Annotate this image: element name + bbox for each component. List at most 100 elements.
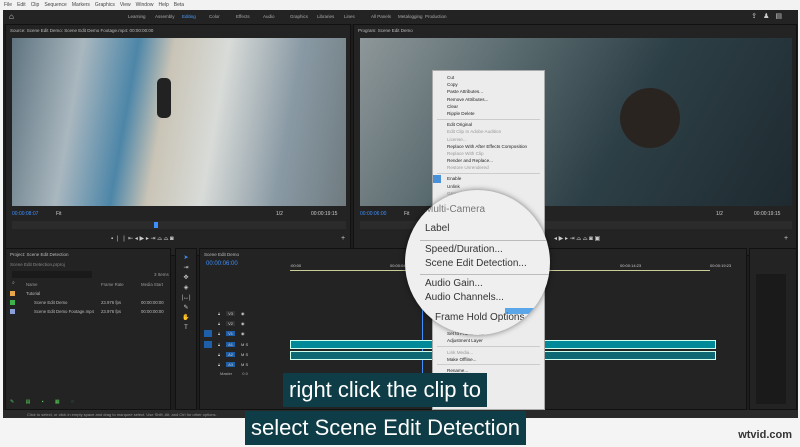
track-target[interactable] xyxy=(204,310,212,317)
track-target[interactable] xyxy=(204,320,212,327)
menu-item-scene-edit-detection[interactable]: Scene Edit Detection... xyxy=(425,258,527,269)
workspace-tab-color[interactable]: Color xyxy=(209,14,220,19)
track-target[interactable] xyxy=(204,341,212,348)
menu-item-remove-attributes[interactable]: Remove Attributes... xyxy=(433,96,544,103)
timeline-timecode[interactable]: 00:00:06:00 xyxy=(206,261,238,267)
track-header-a1[interactable]: 🔒︎ A1 M S xyxy=(204,340,286,349)
label-color-swatch[interactable] xyxy=(10,300,15,305)
menu-item-speed-duration[interactable]: Speed/Duration... xyxy=(425,244,503,255)
menu-item-ripple-delete[interactable]: Ripple Delete xyxy=(433,110,544,117)
menu-item-render-and-replace[interactable]: Render and Replace... xyxy=(433,157,544,164)
lock-icon[interactable]: 🔒︎ xyxy=(218,321,220,326)
menu-clip[interactable]: Clip xyxy=(31,2,40,8)
workspace-tab-editing[interactable]: Editing xyxy=(182,14,196,19)
menu-beta[interactable]: Beta xyxy=(174,2,184,8)
share-icons[interactable]: ⇪♟▤ xyxy=(751,12,788,20)
eye-icon[interactable]: ◉ xyxy=(241,311,245,316)
menu-view[interactable]: View xyxy=(120,2,131,8)
track-target[interactable] xyxy=(204,351,212,358)
track-header-a3[interactable]: 🔒︎ A3 M S xyxy=(204,360,286,369)
menu-item-audio-channels[interactable]: Audio Channels... xyxy=(425,292,504,303)
workspace-tab-graphics[interactable]: Graphics xyxy=(290,14,308,19)
mute-icon[interactable]: M S xyxy=(241,342,248,347)
menu-item-audio-gain[interactable]: Audio Gain... xyxy=(425,278,483,289)
workspace-tab-audio[interactable]: Audio xyxy=(263,14,275,19)
menu-item-frame-hold-options[interactable]: Frame Hold Options... xyxy=(435,312,533,323)
label-color-swatch[interactable] xyxy=(10,291,15,296)
menu-sequence[interactable]: Sequence xyxy=(44,2,67,8)
lock-icon[interactable]: 🔒︎ xyxy=(218,352,220,357)
program-timecode[interactable]: 00:00:06:00 xyxy=(360,211,386,217)
tool-icons[interactable]: ➤ ⇥ ✥ ◈ |↔| ✎ ✋ T xyxy=(176,249,196,333)
col-rate[interactable]: Frame Rate xyxy=(101,282,141,287)
item-rate: 23.976 fps xyxy=(101,300,122,305)
workspace-tab-production[interactable]: Production xyxy=(425,14,447,19)
source-transport-controls[interactable]: ▪ ❘ ❘ ⇤ ◂ ▶ ▸ ⇥ ⌓ ⌓ ◙ xyxy=(111,235,174,243)
project-item[interactable]: Scene Edit Demo Footage.mp4 23.976 fps 00:… xyxy=(10,309,164,314)
program-ratio-dropdown[interactable]: 1/2 xyxy=(716,211,723,217)
menu-help[interactable]: Help xyxy=(158,2,168,8)
menu-item-replace-with-after-effects-composition[interactable]: Replace With After Effects Composition xyxy=(433,143,544,150)
track-target[interactable] xyxy=(204,361,212,368)
workspace-tab-libraries[interactable]: Libraries xyxy=(317,14,334,19)
mute-icon[interactable]: M S xyxy=(241,362,248,367)
menu-item-make-offline[interactable]: Make Offline... xyxy=(433,356,544,363)
workspace-tab-assembly[interactable]: Assembly xyxy=(155,14,175,19)
lock-icon[interactable]: 🔒︎ xyxy=(218,342,220,347)
track-header-v3[interactable]: 🔒︎ V3 ◉ xyxy=(204,309,286,318)
project-search-input[interactable]: ⌕ xyxy=(12,271,92,286)
menu-edit[interactable]: Edit xyxy=(17,2,26,8)
menu-item-link-media[interactable]: Link Media... xyxy=(433,349,544,356)
menu-item-paste-attributes[interactable]: Paste Attributes... xyxy=(433,88,544,95)
project-item[interactable]: Scene Edit Demo 23.976 fps 00:00:00:00 xyxy=(10,300,164,305)
menu-item-cut[interactable]: Cut xyxy=(433,74,544,81)
menu-item-unlink[interactable]: Unlink xyxy=(433,183,544,190)
workspace-tab-metalogging[interactable]: Metalogging xyxy=(398,14,423,19)
workspace-tab-lines[interactable]: Lines xyxy=(344,14,355,19)
label-color-swatch[interactable] xyxy=(10,309,15,314)
project-footer-icons[interactable]: ✎ ▤ ▪ ▦ ◌ xyxy=(10,399,79,405)
program-fit-dropdown[interactable]: Fit xyxy=(404,211,410,217)
workspace-tab-all-panels[interactable]: All Panels xyxy=(371,14,391,19)
eye-icon[interactable]: ◉ xyxy=(241,331,245,336)
menu-item-copy[interactable]: Copy xyxy=(433,81,544,88)
menu-file[interactable]: File xyxy=(4,2,12,8)
track-label: V3 xyxy=(226,311,236,316)
add-button[interactable]: + xyxy=(784,235,788,242)
lock-icon[interactable]: 🔒︎ xyxy=(218,362,220,367)
menu-item-multi-camera[interactable]: Multi-Camera xyxy=(425,204,485,215)
menu-item-adjustment-layer[interactable]: Adjustment Layer xyxy=(433,337,544,344)
menu-markers[interactable]: Markers xyxy=(72,2,90,8)
workspace-tab-learning[interactable]: Learning xyxy=(128,14,146,19)
workspace-bar: ⌂ Learning Assembly Editing Color Effects Aud… xyxy=(3,10,798,24)
track-header-a2[interactable]: 🔒︎ A2 M S xyxy=(204,350,286,359)
menu-item-enable[interactable]: Enable xyxy=(433,175,544,183)
eye-icon[interactable]: ◉ xyxy=(241,321,245,326)
master-track[interactable]: Master 0.0 xyxy=(220,371,248,376)
track-header-v2[interactable]: 🔒︎ V2 ◉ xyxy=(204,319,286,328)
track-target[interactable] xyxy=(204,330,212,337)
source-ratio-dropdown[interactable]: 1/2 xyxy=(276,211,283,217)
menu-item-label[interactable]: Label xyxy=(425,223,449,234)
menu-item-edit-original[interactable]: Edit Original xyxy=(433,121,544,128)
source-scrubber[interactable] xyxy=(12,221,346,229)
col-start[interactable]: Media Start xyxy=(141,282,163,287)
ruler-label: :00:00 xyxy=(290,263,302,268)
project-item[interactable]: Tutorial xyxy=(10,291,141,296)
menu-item-restore-unrendered: Restore Unrendered xyxy=(447,165,489,171)
lock-icon[interactable]: 🔒︎ xyxy=(218,311,220,316)
menu-graphics[interactable]: Graphics xyxy=(95,2,115,8)
lock-icon[interactable]: 🔒︎ xyxy=(218,331,220,336)
source-fit-dropdown[interactable]: Fit xyxy=(56,211,62,217)
col-name[interactable]: Name xyxy=(26,282,101,287)
mute-icon[interactable]: M S xyxy=(241,352,248,357)
workspace-tab-effects[interactable]: Effects xyxy=(236,14,250,19)
master-value[interactable]: 0.0 xyxy=(242,371,248,376)
program-transport-controls[interactable]: ◂ ▶ ▸ ⇥ ⌓ ⌓ ◙ ▣ xyxy=(554,235,600,243)
menu-window[interactable]: Window xyxy=(136,2,154,8)
source-timecode[interactable]: 00:00:08:07 xyxy=(12,211,38,217)
add-button[interactable]: + xyxy=(341,235,345,242)
track-header-v1[interactable]: 🔒︎ V1 ◉ xyxy=(204,329,286,338)
menu-item-clear[interactable]: Clear xyxy=(433,103,544,110)
home-icon[interactable]: ⌂ xyxy=(9,12,14,21)
